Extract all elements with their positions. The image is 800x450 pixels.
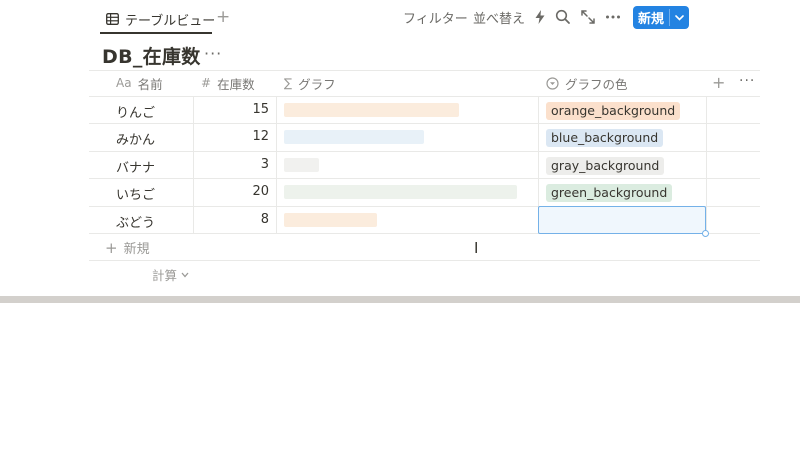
graph-bar <box>284 130 424 145</box>
active-tab-underline <box>100 32 212 34</box>
column-header-stock[interactable]: # 在庫数 <box>201 70 255 96</box>
expand-icon[interactable] <box>579 8 597 26</box>
table-row[interactable]: みかん 12 blue_background <box>89 124 760 151</box>
number-property-icon: # <box>201 76 212 90</box>
new-button-label[interactable]: 新規 <box>633 6 669 29</box>
column-label: 名前 <box>137 76 163 92</box>
tab-table-view[interactable]: テーブルビュー <box>100 4 221 34</box>
select-property-icon <box>546 76 559 90</box>
lightning-icon[interactable] <box>531 8 549 26</box>
chevron-down-icon <box>181 272 189 277</box>
calculate-button[interactable]: 計算 <box>152 265 189 284</box>
footer-divider <box>89 260 760 261</box>
database-more-button[interactable]: ··· <box>204 44 222 63</box>
cell-stock[interactable]: 12 <box>193 129 269 144</box>
table-row[interactable]: バナナ 3 gray_background <box>89 152 760 179</box>
cell-stock[interactable]: 3 <box>193 157 269 172</box>
calculate-label: 計算 <box>152 268 178 283</box>
sort-button[interactable]: 並べ替え <box>473 6 525 28</box>
cell-stock[interactable]: 15 <box>193 102 269 117</box>
graph-bar <box>284 157 319 172</box>
selected-cell[interactable] <box>538 206 706 234</box>
cell-name[interactable]: ぶどう <box>116 212 155 231</box>
window-divider-band <box>0 296 800 303</box>
color-tag[interactable]: blue_background <box>546 129 664 148</box>
property-more-button[interactable]: ··· <box>739 73 755 89</box>
filter-button[interactable]: フィルター <box>403 6 468 28</box>
column-label: グラフの色 <box>565 76 628 92</box>
formula-property-icon: ∑ <box>284 76 293 90</box>
top-bar: テーブルビュー + フィルター 並べ替え 新規 <box>0 0 800 34</box>
graph-bar <box>284 212 377 227</box>
column-label: グラフ <box>298 76 336 92</box>
add-row-button[interactable]: + 新規 <box>105 238 150 258</box>
database-title[interactable]: DB_在庫数 <box>102 42 201 69</box>
cell-name[interactable]: りんご <box>116 102 155 121</box>
add-view-button[interactable]: + <box>216 8 230 26</box>
cell-stock[interactable]: 8 <box>193 212 269 227</box>
new-button[interactable]: 新規 <box>633 6 689 29</box>
cell-name[interactable]: みかん <box>116 129 155 148</box>
table-icon <box>106 13 119 25</box>
header-top-divider <box>89 70 760 71</box>
text-property-icon: Aa <box>116 76 132 90</box>
search-icon[interactable] <box>554 8 572 26</box>
view-tab-label: テーブルビュー <box>125 13 216 29</box>
cell-name[interactable]: バナナ <box>116 157 155 176</box>
text-cursor-icon: I <box>474 239 479 257</box>
color-tag[interactable]: orange_background <box>546 102 681 120</box>
add-row-label: 新規 <box>123 242 150 257</box>
chevron-down-icon[interactable] <box>670 6 689 29</box>
table-row[interactable]: りんご 15 orange_background <box>89 97 760 124</box>
color-tag[interactable]: green_background <box>546 184 673 203</box>
more-options-icon[interactable] <box>604 8 622 26</box>
cell-name[interactable]: いちご <box>116 184 155 203</box>
column-header-graph-color[interactable]: グラフの色 <box>546 70 628 96</box>
add-property-button[interactable]: + <box>712 73 725 92</box>
column-header-name[interactable]: Aa 名前 <box>116 70 163 96</box>
table-row[interactable]: いちご 20 green_background <box>89 179 760 206</box>
column-label: 在庫数 <box>217 76 255 92</box>
color-tag[interactable]: gray_background <box>546 156 665 175</box>
graph-bar <box>284 103 459 117</box>
graph-bar <box>284 185 517 200</box>
plus-icon: + <box>105 238 118 257</box>
column-header-graph[interactable]: ∑ グラフ <box>284 70 336 96</box>
cell-stock[interactable]: 20 <box>193 184 269 199</box>
fill-handle[interactable] <box>702 230 709 237</box>
